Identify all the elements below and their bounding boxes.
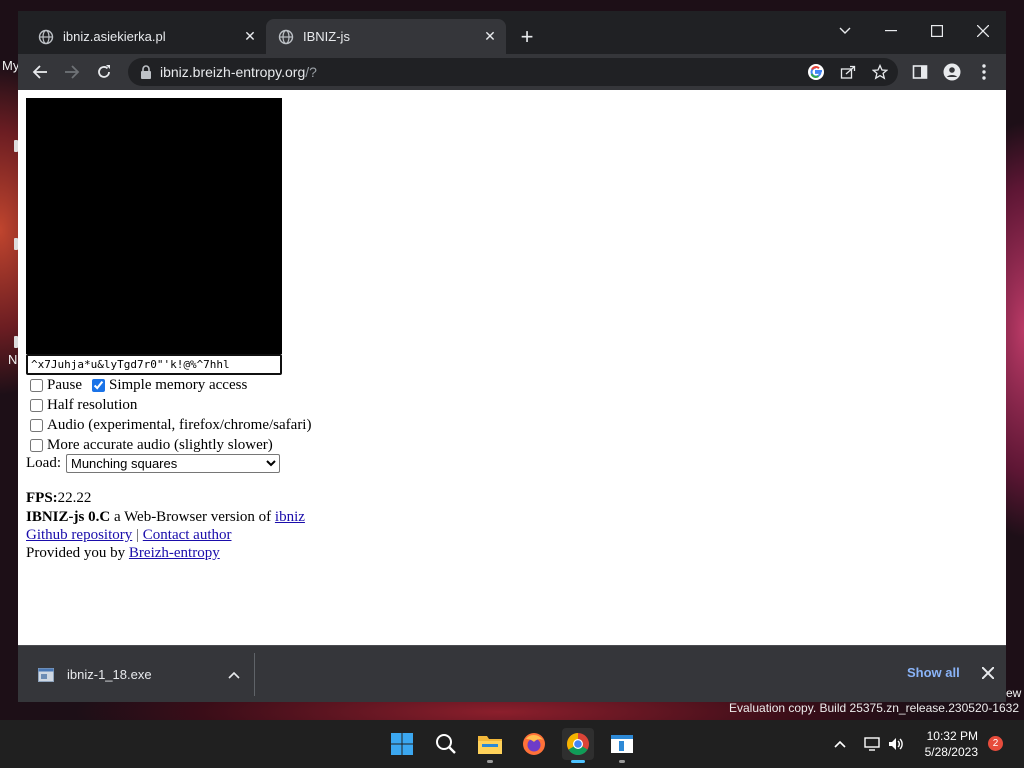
pause-label: Pause [47,377,82,393]
running-indicator [619,760,625,763]
simple-memory-checkbox[interactable] [92,379,105,392]
maximize-button[interactable] [914,17,960,45]
load-row: Load: Munching squares [26,454,280,473]
clock-date: 5/28/2023 [924,745,978,759]
fps-label: FPS: [26,490,58,506]
address-host: ibniz.breizh-entropy.org [160,64,306,80]
chevron-up-icon[interactable] [224,671,244,679]
address-bar[interactable]: ibniz.breizh-entropy.org/? [128,58,898,86]
code-input[interactable] [26,354,282,375]
app-subtitle: a Web-Browser version of [110,509,275,525]
close-window-button[interactable] [960,17,1006,45]
reload-button[interactable] [90,58,118,86]
desktop-icon-label: My [2,58,20,73]
audio-option[interactable]: Audio (experimental, firefox/chrome/safa… [26,417,311,434]
active-indicator [571,760,585,763]
fps-line: FPS:22.22 [26,490,91,507]
breizh-link[interactable]: Breizh-entropy [129,545,220,561]
file-explorer-icon[interactable] [474,728,506,763]
load-label: Load: [26,455,61,471]
close-tab-icon[interactable]: ✕ [480,27,500,47]
bookmark-star-icon[interactable] [870,62,890,82]
system-clock[interactable]: 10:32 PM 5/28/2023 [916,728,978,760]
google-icon[interactable] [806,62,826,82]
pause-option[interactable]: Pause [26,377,82,394]
contact-link[interactable]: Contact author [143,527,232,543]
app-window-icon[interactable] [606,728,638,763]
network-icon[interactable] [862,733,882,755]
link-separator: | [136,527,140,543]
fps-value: 22.22 [57,490,92,506]
back-button[interactable] [26,58,54,86]
new-tab-button[interactable]: + [514,25,540,51]
pause-checkbox[interactable] [30,379,43,392]
globe-icon [278,29,294,45]
close-tab-icon[interactable]: ✕ [240,27,260,47]
share-icon[interactable] [838,62,858,82]
download-shelf: ibniz-1_18.exe Show all [18,645,1006,702]
menu-kebab-icon[interactable] [970,58,998,86]
show-all-link[interactable]: Show all [907,665,960,680]
search-icon[interactable] [430,728,462,760]
address-text: ibniz.breizh-entropy.org/? [160,64,317,80]
profile-icon[interactable] [938,58,966,86]
taskbar: 10:32 PM 5/28/2023 2 [0,720,1024,768]
desktop-icon-label: N [8,352,18,367]
simple-memory-option[interactable]: Simple memory access [88,377,247,394]
download-item[interactable]: ibniz-1_18.exe [18,646,254,702]
clock-time: 10:32 PM [926,729,978,743]
ibniz-canvas[interactable] [26,98,282,354]
chrome-icon[interactable] [562,728,594,763]
globe-icon [38,29,54,45]
half-resolution-option[interactable]: Half resolution [26,397,137,414]
page-viewport: Pause Simple memory access Half resoluti… [18,90,1006,645]
notification-badge[interactable]: 2 [988,736,1003,751]
download-filename: ibniz-1_18.exe [67,667,152,682]
tab-title: ibniz.asiekierka.pl [63,29,166,44]
lock-icon[interactable] [138,64,154,80]
accurate-audio-option[interactable]: More accurate audio (slightly slower) [26,437,273,454]
address-path: /? [305,64,317,80]
audio-label: Audio (experimental, firefox/chrome/safa… [47,417,312,433]
firefox-icon[interactable] [518,728,550,760]
side-panel-icon[interactable] [906,58,934,86]
close-shelf-icon[interactable] [978,662,998,684]
show-hidden-icons-chevron-icon[interactable] [832,733,848,755]
volume-icon[interactable] [886,733,906,755]
start-windows-icon[interactable] [386,728,418,760]
half-resolution-checkbox[interactable] [30,399,43,412]
desktop-text-fragment: ew [1006,686,1022,700]
minimize-button[interactable] [868,17,914,45]
accurate-audio-checkbox[interactable] [30,439,43,452]
browser-window: ibniz.asiekierka.pl ✕ IBNIZ-js ✕ + ibniz… [18,11,1006,702]
simple-memory-label: Simple memory access [109,377,248,393]
load-select[interactable]: Munching squares [66,454,280,473]
browser-toolbar: ibniz.breizh-entropy.org/? [18,54,1006,90]
running-indicator [487,760,493,763]
provided-text: Provided you by [26,545,129,561]
half-resolution-label: Half resolution [47,397,138,413]
forward-button[interactable] [58,58,86,86]
evaluation-watermark: Evaluation copy. Build 25375.zn_release.… [729,701,1019,715]
audio-checkbox[interactable] [30,419,43,432]
tab-search-chevron-icon[interactable] [822,17,868,45]
tab-ibniz-js[interactable]: IBNIZ-js ✕ [266,19,506,54]
title-line: IBNIZ-js 0.C a Web-Browser version of ib… [26,509,305,526]
links-line: Github repository | Contact author [26,527,232,544]
divider [254,653,255,696]
app-title: IBNIZ-js 0.C [26,509,111,525]
ibniz-link[interactable]: ibniz [275,509,305,525]
tab-strip: ibniz.asiekierka.pl ✕ IBNIZ-js ✕ + [18,11,1006,54]
exe-file-icon [38,667,54,682]
tab-ibniz-asiekierka[interactable]: ibniz.asiekierka.pl ✕ [26,19,266,54]
provided-line: Provided you by Breizh-entropy [26,545,220,562]
github-link[interactable]: Github repository [26,527,132,543]
accurate-audio-label: More accurate audio (slightly slower) [47,437,273,453]
tab-title: IBNIZ-js [303,29,350,44]
